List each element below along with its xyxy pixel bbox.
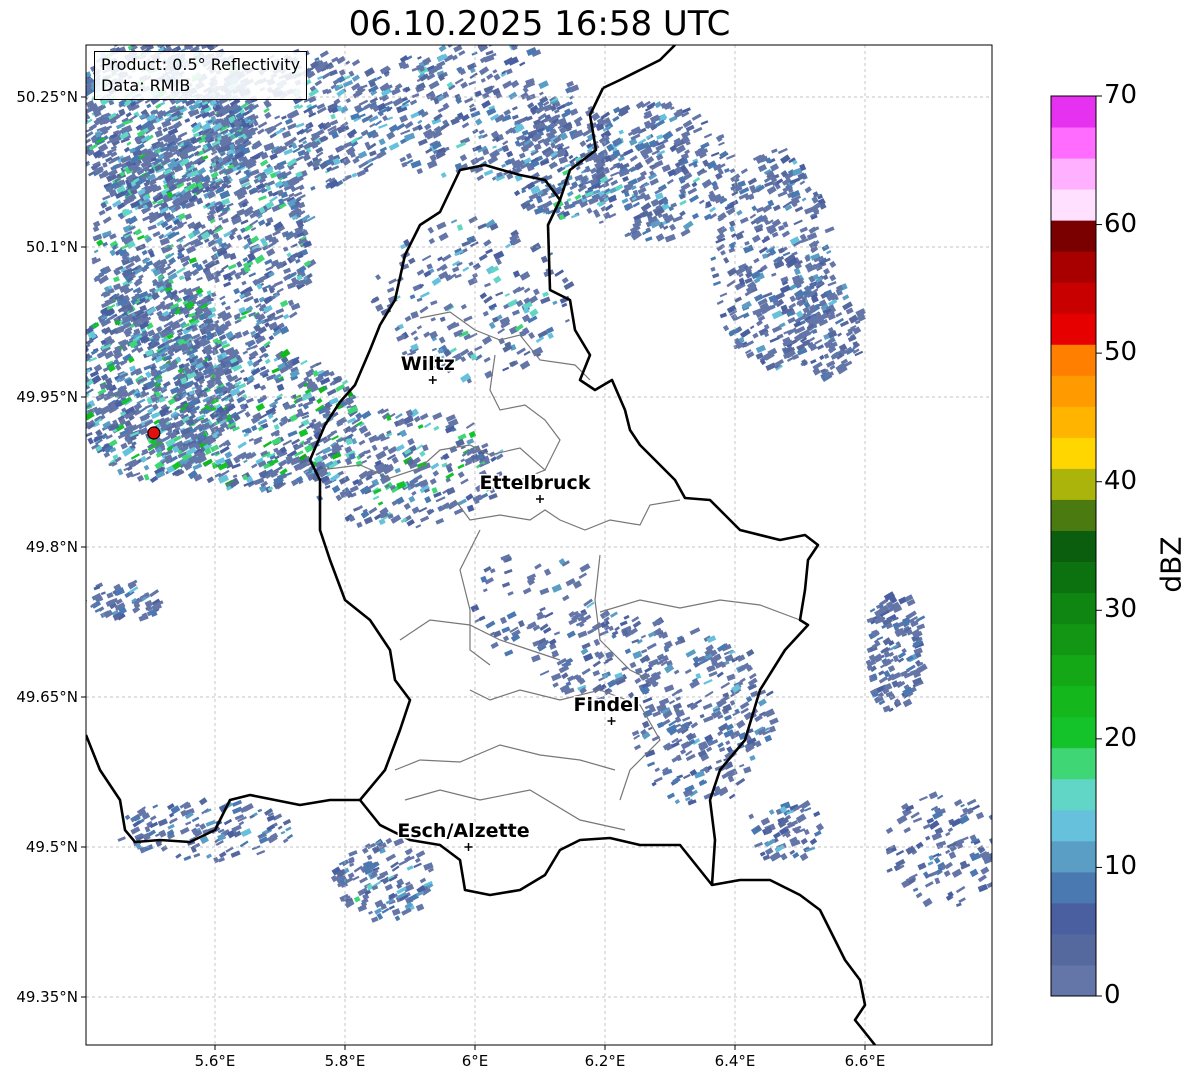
echo-cell: [124, 37, 131, 42]
echo-cell: [75, 134, 84, 141]
echo-cell: [129, 38, 137, 43]
echo-cell: [128, 34, 137, 42]
echo-cell: [75, 138, 85, 146]
echo-cell: [156, 32, 166, 40]
echo-cell: [129, 33, 137, 40]
echo-cell: [71, 128, 79, 136]
echo-cell: [86, 364, 87, 373]
echo-cell: [74, 364, 84, 372]
echo-cell: [78, 125, 85, 131]
echo-cell: [170, 45, 179, 46]
echo-cell: [163, 45, 171, 46]
echo-cell: [155, 38, 161, 44]
echo-cell: [77, 362, 84, 368]
echo-cell: [138, 38, 144, 45]
echo-cell: [185, 35, 193, 43]
echo-cell: [171, 30, 179, 38]
echo-cell: [161, 29, 169, 37]
echo-cell: [71, 129, 76, 133]
echo-cell: [137, 34, 147, 40]
echo-cell: [166, 37, 174, 44]
echo-cell: [195, 34, 204, 41]
echo-cell: [139, 35, 150, 42]
echo-cell: [148, 30, 158, 35]
radar-map: WiltzEttelbruckFindelEsch/Alzette: [71, 28, 1102, 1050]
echo-cell: [200, 37, 207, 43]
echo-cell: [140, 36, 148, 43]
echo-cell: [72, 370, 79, 377]
echo-cell: [74, 409, 80, 415]
echo-cell: [150, 31, 158, 38]
echo-cell: [75, 135, 82, 142]
echo-cell: [86, 343, 87, 349]
echo-cell: [78, 110, 86, 117]
echo-cell: [202, 38, 210, 44]
echo-cell: [191, 35, 198, 42]
echo-cell: [73, 350, 82, 358]
echo-cell: [72, 360, 82, 367]
echo-cell: [80, 156, 86, 161]
echo-cell: [131, 33, 141, 41]
echo-cell: [166, 28, 174, 35]
echo-cell: [78, 98, 86, 105]
echo-cell: [158, 36, 165, 42]
echo-cell: [187, 35, 195, 43]
echo-cell: [75, 346, 85, 354]
echo-cell: [184, 31, 194, 39]
echo-cell: [171, 33, 180, 40]
echo-cell: [76, 139, 85, 146]
echo-cell: [127, 39, 133, 45]
echo-cell: [128, 36, 138, 45]
echo-cell: [158, 29, 164, 34]
echo-cell: [74, 377, 85, 387]
echo-cell: [126, 38, 133, 43]
echo-cell: [142, 38, 147, 43]
echo-cell: [78, 81, 85, 85]
echo-cell: [72, 108, 79, 113]
echo-cell: [128, 37, 135, 44]
echo-cell: [164, 37, 173, 44]
echo-cell: [86, 146, 87, 154]
echo-cell: [75, 355, 84, 362]
echo-cell: [165, 31, 176, 41]
echo-cell: [148, 33, 154, 38]
echo-cell: [75, 122, 83, 130]
echo-cell: [159, 35, 168, 43]
